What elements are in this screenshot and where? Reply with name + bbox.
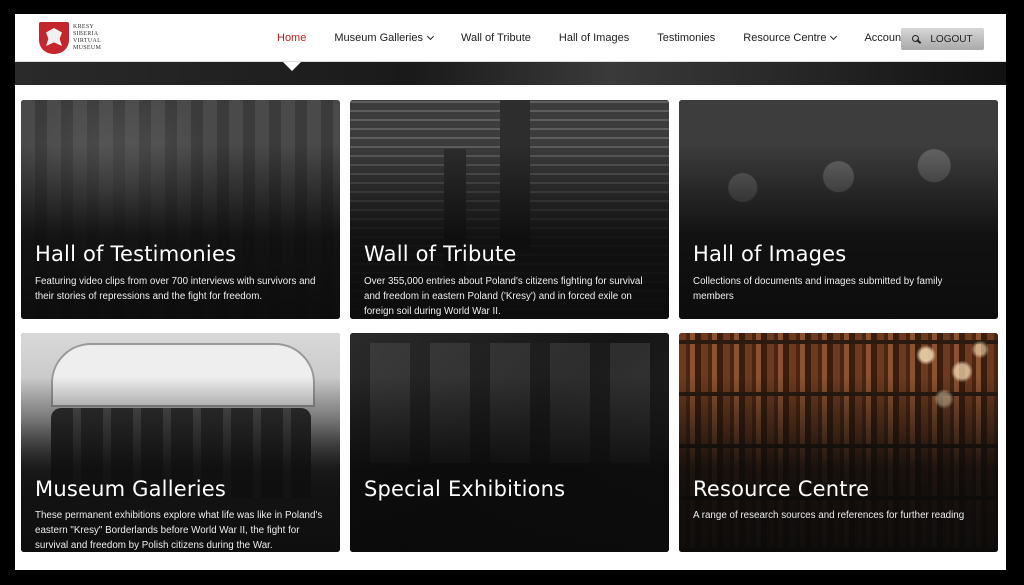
logo-text: KRESY SIBERIA VIRTUAL MUSEUM <box>73 24 101 52</box>
logout-button[interactable]: LOGOUT <box>901 28 984 50</box>
site-header: KRESY SIBERIA VIRTUAL MUSEUM Home Museum… <box>15 14 1006 62</box>
logo-line: KRESY <box>73 24 95 30</box>
nav-label: Wall of Tribute <box>460 32 531 44</box>
nav-label: Museum Galleries <box>334 32 423 44</box>
key-icon <box>912 34 922 44</box>
nav-label: Home <box>277 32 307 44</box>
card-title: Resource Centre <box>693 477 870 501</box>
logo-line: VIRTUAL <box>73 38 102 44</box>
nav-label: Hall of Images <box>558 32 630 44</box>
nav-item-testimonies[interactable]: Testimonies <box>657 32 715 44</box>
chevron-down-icon <box>830 32 838 41</box>
card-title: Special Exhibitions <box>364 477 566 501</box>
card-wall-of-tribute[interactable]: Wall of Tribute Over 355,000 entries abo… <box>350 100 669 319</box>
nav-item-museum-galleries[interactable]: Museum Galleries <box>334 32 435 44</box>
card-description: Over 355,000 entries about Poland's citi… <box>364 276 643 317</box>
card-title: Museum Galleries <box>35 477 226 501</box>
card-title: Hall of Testimonies <box>35 242 237 266</box>
nav-item-home[interactable]: Home <box>277 32 306 44</box>
card-resource-centre[interactable]: Resource Centre A range of research sour… <box>679 333 998 552</box>
nav-label: Account <box>864 32 905 44</box>
nav-label: Resource Centre <box>743 32 827 44</box>
site-logo[interactable]: KRESY SIBERIA VIRTUAL MUSEUM <box>39 22 101 54</box>
card-title: Hall of Images <box>693 242 847 266</box>
card-museum-galleries[interactable]: Museum Galleries These permanent exhibit… <box>21 333 340 552</box>
card-hall-of-testimonies[interactable]: Hall of Testimonies Featuring video clip… <box>21 100 340 319</box>
chevron-down-icon <box>426 32 435 41</box>
main-nav: Home Museum Galleries Wall of Tribute Ha… <box>277 14 932 62</box>
nav-item-hall-of-images[interactable]: Hall of Images <box>559 32 629 44</box>
nav-item-resource-centre[interactable]: Resource Centre <box>743 32 838 44</box>
hero-banner <box>15 62 1006 85</box>
card-special-exhibitions[interactable]: Special Exhibitions <box>350 333 669 552</box>
feature-grid: Hall of Testimonies Featuring video clip… <box>21 100 1000 560</box>
eagle-emblem-icon <box>39 22 69 54</box>
card-hall-of-images[interactable]: Hall of Images Collections of documents … <box>679 100 998 319</box>
card-description: These permanent exhibitions explore what… <box>35 510 323 551</box>
card-description: Collections of documents and images subm… <box>693 276 943 302</box>
logo-line: MUSEUM <box>73 45 102 51</box>
card-title: Wall of Tribute <box>364 242 517 266</box>
card-shade <box>350 333 669 552</box>
card-description: A range of research sources and referenc… <box>693 510 965 521</box>
logout-label: LOGOUT <box>930 33 973 45</box>
nav-label: Testimonies <box>657 32 716 44</box>
card-description: Featuring video clips from over 700 inte… <box>35 276 316 302</box>
logo-line: SIBERIA <box>73 31 99 37</box>
active-nav-pointer <box>283 62 301 71</box>
browser-frame: KRESY SIBERIA VIRTUAL MUSEUM Home Museum… <box>15 14 1006 570</box>
nav-item-account[interactable]: Account <box>864 32 904 44</box>
nav-item-wall-of-tribute[interactable]: Wall of Tribute <box>461 32 531 44</box>
